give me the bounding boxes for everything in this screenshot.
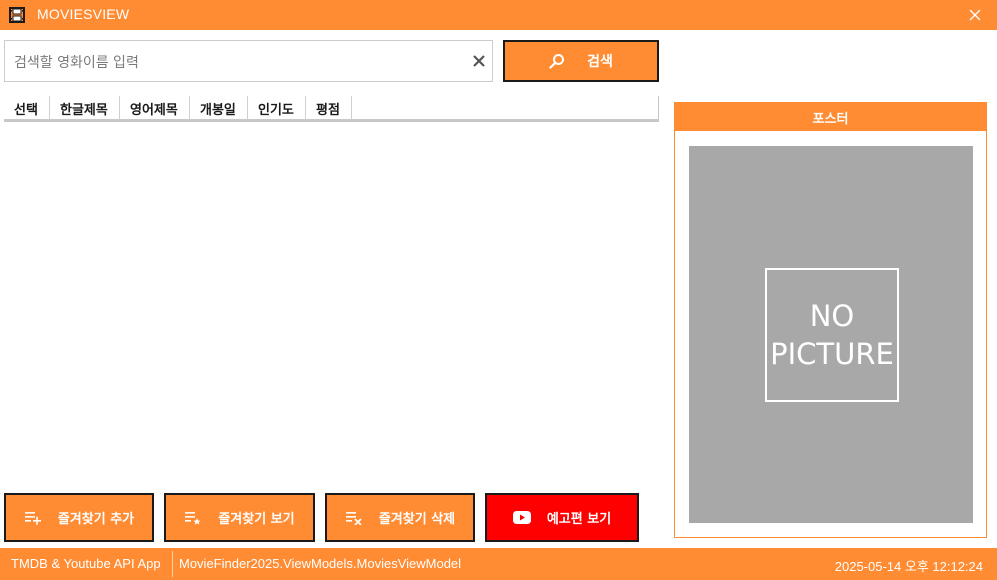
column-header-release-date[interactable]: 개봉일 — [190, 96, 248, 119]
movie-table-header: 선택 한글제목 영어제목 개봉일 인기도 평점 — [4, 96, 659, 122]
delete-favorite-label: 즐겨찾기 삭제 — [378, 512, 456, 527]
status-separator — [172, 551, 173, 577]
status-bar: TMDB & Youtube API App MovieFinder2025.V… — [0, 548, 997, 580]
column-header-popularity[interactable]: 인기도 — [248, 96, 306, 119]
add-favorite-label: 즐겨찾기 추가 — [57, 512, 135, 527]
delete-favorite-button[interactable]: 즐겨찾기 삭제 — [325, 493, 475, 542]
poster-image: NO PICTURE — [689, 146, 973, 523]
status-viewmodel: MovieFinder2025.ViewModels.MoviesViewMod… — [179, 556, 462, 571]
view-favorite-label: 즐겨찾기 보기 — [218, 512, 295, 527]
close-button[interactable] — [965, 5, 985, 25]
window-title: MOVIESVIEW — [37, 6, 130, 22]
no-picture-placeholder: NO PICTURE — [765, 268, 899, 402]
view-favorite-button[interactable]: 즐겨찾기 보기 — [164, 493, 315, 542]
column-header-korean-title[interactable]: 한글제목 — [50, 96, 120, 119]
playlist-add-icon — [24, 511, 42, 525]
column-header-english-title[interactable]: 영어제목 — [120, 96, 190, 119]
clear-search-button[interactable] — [470, 52, 488, 70]
status-app-name: TMDB & Youtube API App — [11, 556, 161, 571]
search-button[interactable]: 검색 — [503, 40, 659, 82]
poster-panel: 포스터 NO PICTURE — [674, 102, 987, 538]
search-button-label: 검색 — [587, 54, 613, 70]
title-bar[interactable]: MOVIESVIEW — [0, 0, 997, 30]
playlist-star-icon — [184, 511, 202, 525]
film-icon — [9, 7, 25, 23]
close-icon — [969, 9, 981, 21]
status-datetime: 2025-05-14 오후 12:12:24 — [834, 559, 983, 574]
playlist-remove-icon — [345, 511, 363, 525]
search-icon — [549, 53, 565, 69]
search-input[interactable] — [5, 41, 465, 81]
search-field[interactable] — [4, 40, 493, 82]
column-header-select[interactable]: 선택 — [4, 96, 50, 119]
column-header-rating[interactable]: 평점 — [306, 96, 352, 119]
clear-icon — [473, 55, 485, 67]
movie-table-body[interactable] — [4, 122, 659, 482]
app-window: MOVIESVIEW 검색 선택 한글제목 영어제목 — [0, 0, 997, 580]
add-favorite-button[interactable]: 즐겨찾기 추가 — [4, 493, 154, 542]
view-trailer-label: 예고편 보기 — [546, 512, 612, 527]
view-trailer-button[interactable]: 예고편 보기 — [485, 493, 639, 542]
no-picture-line-1: NO — [809, 299, 855, 333]
youtube-icon — [512, 511, 531, 524]
no-picture-line-2: PICTURE — [770, 337, 894, 371]
poster-header: 포스터 — [675, 103, 986, 131]
